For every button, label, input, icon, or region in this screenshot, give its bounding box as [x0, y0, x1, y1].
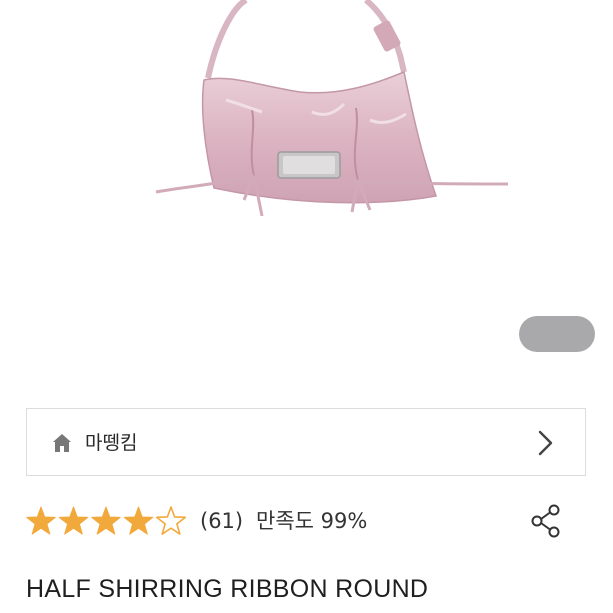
shop-link-row[interactable]: 마뗑킴: [26, 408, 586, 476]
product-image[interactable]: [0, 0, 613, 300]
carousel-indicator: [519, 316, 595, 352]
star-empty-icon: [155, 506, 187, 535]
chevron-right-icon: [535, 429, 557, 457]
satisfaction-text: 만족도 99%: [256, 509, 368, 533]
product-title: HALF SHIRRING RIBBON ROUND: [26, 575, 429, 603]
review-count[interactable]: (61): [200, 506, 243, 536]
home-icon: [52, 433, 72, 453]
star-filled-icon: [91, 506, 121, 535]
star-filled-icon: [26, 506, 56, 535]
star-rating: [26, 506, 187, 535]
rating-row: (61) 만족도 99%: [26, 503, 586, 539]
share-icon[interactable]: [529, 503, 565, 539]
shop-name: 마뗑킴: [85, 432, 138, 454]
star-filled-icon: [123, 506, 154, 535]
star-filled-icon: [58, 506, 89, 535]
